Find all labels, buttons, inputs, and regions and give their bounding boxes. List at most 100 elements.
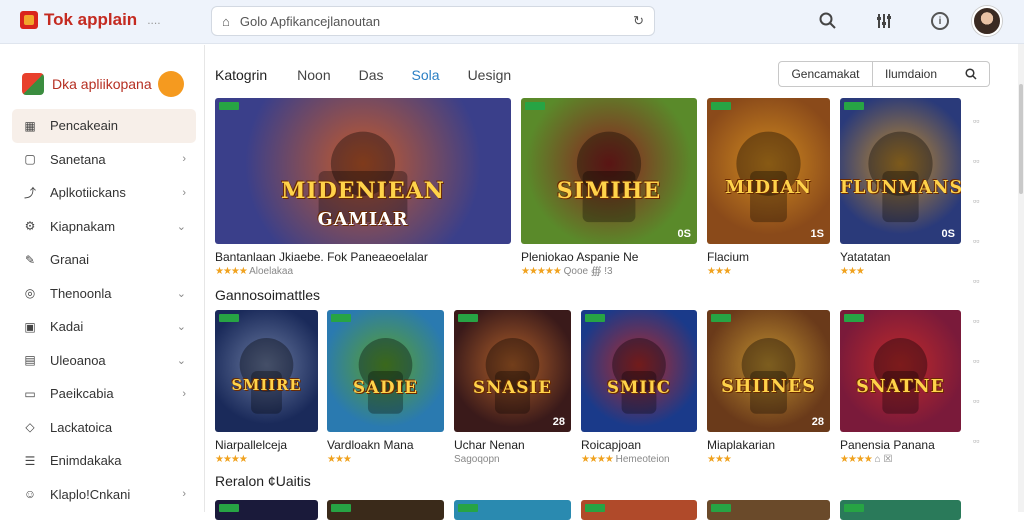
rating-stars: ★★★ xyxy=(327,454,352,465)
game-thumbnail[interactable] xyxy=(327,500,444,520)
game-meta: ★★★★ ⌂ ☒ xyxy=(840,454,961,465)
game-card[interactable]: SNASIE 28 Uchar Nenan Sagoqopn xyxy=(454,310,571,465)
sidebar-item-10[interactable]: ☰ Enimdakaka xyxy=(12,444,196,478)
sidebar-badge[interactable] xyxy=(158,71,184,97)
game-meta-text: ⌂ ☒ xyxy=(874,454,893,465)
sidebar-item-3[interactable]: ⚙ Kiapnakam ⌄ xyxy=(12,210,196,244)
game-name[interactable]: Uchar Nenan xyxy=(454,438,571,452)
sidebar-item-5[interactable]: ◎ Thenoonla ⌄ xyxy=(12,277,196,311)
game-card-partial[interactable] xyxy=(215,500,318,520)
game-name[interactable]: Flacium xyxy=(707,250,830,264)
game-art-icon xyxy=(741,338,796,414)
game-card[interactable]: SMIIRE Niarpallelceja ★★★★ xyxy=(215,310,318,465)
game-art-icon xyxy=(576,131,642,223)
game-art-icon xyxy=(358,338,413,414)
address-bar[interactable]: ⌂ ↻ xyxy=(211,6,655,36)
chart-icon: ⤴ xyxy=(23,186,36,201)
game-name[interactable]: Bantanlaan Jkiaebe. Fok Paneaeoelalar xyxy=(215,250,511,264)
game-card[interactable]: SIMIHE 0S Pleniokao Aspanie Ne ★★★★★ Qooe ∰… xyxy=(521,98,697,277)
pen-icon: ✎ xyxy=(24,252,36,267)
sidebar-item-11[interactable]: ☺ Klaplo!Cnkani › xyxy=(12,478,196,512)
sidebar-item-1[interactable]: ▢ Sanetana › xyxy=(12,143,196,177)
game-thumbnail[interactable] xyxy=(215,500,318,520)
sidebar-item-9[interactable]: ◇ Lackatoica xyxy=(12,411,196,445)
filter-button[interactable]: Gencamakat xyxy=(778,61,873,87)
section-title-2: Gannosoimattles xyxy=(215,287,321,303)
search-button[interactable]: Ilumdaion xyxy=(873,61,990,87)
game-thumbnail[interactable] xyxy=(581,500,697,520)
game-card[interactable]: SHIINES 28 Miaplakarian ★★★ xyxy=(707,310,830,465)
game-thumbnail[interactable] xyxy=(840,500,961,520)
game-name[interactable]: Pleniokao Aspanie Ne xyxy=(521,250,697,264)
search-input[interactable] xyxy=(239,13,634,29)
game-thumbnail[interactable]: MIDIAN 1S xyxy=(707,98,830,244)
home-icon[interactable]: ⌂ xyxy=(222,14,230,29)
game-name[interactable]: Panensia Panana xyxy=(840,438,961,452)
game-thumbnail[interactable] xyxy=(454,500,571,520)
game-thumbnail[interactable]: SMIIC xyxy=(581,310,697,432)
game-card-partial[interactable] xyxy=(454,500,571,520)
game-art-icon xyxy=(736,131,801,223)
list-icon: ☰ xyxy=(24,453,36,468)
brand[interactable]: Tok applain .... xyxy=(20,10,161,30)
game-thumbnail[interactable]: FLUNMANS 0S xyxy=(840,98,961,244)
sidebar-item-0[interactable]: ▦ Pencakeain xyxy=(12,109,196,143)
game-card-partial[interactable] xyxy=(707,500,830,520)
game-art-icon xyxy=(873,338,928,414)
game-card-partial[interactable] xyxy=(327,500,444,520)
refresh-icon[interactable]: ↻ xyxy=(633,13,644,29)
game-card[interactable]: MIDENIEAN GAMIAR Bantanlaan Jkiaebe. Fok P… xyxy=(215,98,511,277)
sidebar-item-label: Granai xyxy=(50,252,90,268)
sidebar-item-4[interactable]: ✎ Granai xyxy=(12,243,196,277)
game-art-icon xyxy=(485,338,540,414)
sidebar-item-6[interactable]: ▣ Kadai ⌄ xyxy=(12,310,196,344)
game-art-icon xyxy=(239,338,294,414)
info-icon[interactable]: i xyxy=(927,8,953,34)
game-thumbnail[interactable]: SHIINES 28 xyxy=(707,310,830,432)
tab-3[interactable]: Uesign xyxy=(468,67,512,83)
search-icon[interactable] xyxy=(815,8,841,34)
avatar[interactable] xyxy=(972,6,1002,36)
game-name[interactable]: Niarpallelceja xyxy=(215,438,318,452)
game-art-icon xyxy=(612,338,666,414)
app-title-dots: .... xyxy=(147,13,161,27)
scrollbar-thumb[interactable] xyxy=(1019,84,1023,194)
game-thumbnail[interactable] xyxy=(707,500,830,520)
game-name[interactable]: Miaplakarian xyxy=(707,438,830,452)
sidebar-item-label: Aplkotiickans xyxy=(50,185,126,201)
game-card[interactable]: SNATNE Panensia Panana ★★★★ ⌂ ☒ xyxy=(840,310,961,465)
tab-0[interactable]: Noon xyxy=(297,67,330,83)
chevron-icon: ⌄ xyxy=(176,287,186,300)
sidebar-header: Dka apliikopana xyxy=(0,45,204,105)
game-thumbnail[interactable]: SNATNE xyxy=(840,310,961,432)
game-logo-text: MIDIAN xyxy=(725,178,812,199)
tab-2[interactable]: Sola xyxy=(412,67,440,83)
sidebar-item-7[interactable]: ▤ Uleoanoa ⌄ xyxy=(12,344,196,378)
scrollbar[interactable] xyxy=(1018,44,1024,512)
game-thumbnail[interactable]: SADIE xyxy=(327,310,444,432)
game-card-partial[interactable] xyxy=(840,500,961,520)
new-tag-icon xyxy=(585,504,605,512)
game-card[interactable]: MIDIAN 1S Flacium ★★★ xyxy=(707,98,830,277)
game-card[interactable]: SMIIC Roicapjoan ★★★★ Hemeoteion xyxy=(581,310,697,465)
game-art-icon xyxy=(868,131,933,223)
new-tag-icon xyxy=(844,504,864,512)
game-card[interactable]: SADIE Vardloakn Mana ★★★ xyxy=(327,310,444,465)
game-thumbnail[interactable]: SMIIRE xyxy=(215,310,318,432)
game-logo-text: SNASIE xyxy=(473,377,552,398)
tab-1[interactable]: Das xyxy=(359,67,384,83)
user-icon: ☺ xyxy=(23,487,37,502)
sidebar-item-8[interactable]: ▭ Paeikcabia › xyxy=(12,377,196,411)
game-card[interactable]: FLUNMANS 0S Yatatatan ★★★ xyxy=(840,98,961,277)
game-name[interactable]: Roicapjoan xyxy=(581,438,697,452)
game-name[interactable]: Vardloakn Mana xyxy=(327,438,444,452)
game-thumbnail[interactable]: MIDENIEAN GAMIAR xyxy=(215,98,511,244)
sidebar-item-2[interactable]: ⤴ Aplkotiickans › xyxy=(12,176,196,210)
game-logo-text: SHIINES xyxy=(721,377,816,398)
game-card-partial[interactable] xyxy=(581,500,697,520)
search-button-label: Ilumdaion xyxy=(885,67,938,81)
settings-sliders-icon[interactable] xyxy=(871,8,897,34)
game-thumbnail[interactable]: SIMIHE 0S xyxy=(521,98,697,244)
game-thumbnail[interactable]: SNASIE 28 xyxy=(454,310,571,432)
game-name[interactable]: Yatatatan xyxy=(840,250,961,264)
